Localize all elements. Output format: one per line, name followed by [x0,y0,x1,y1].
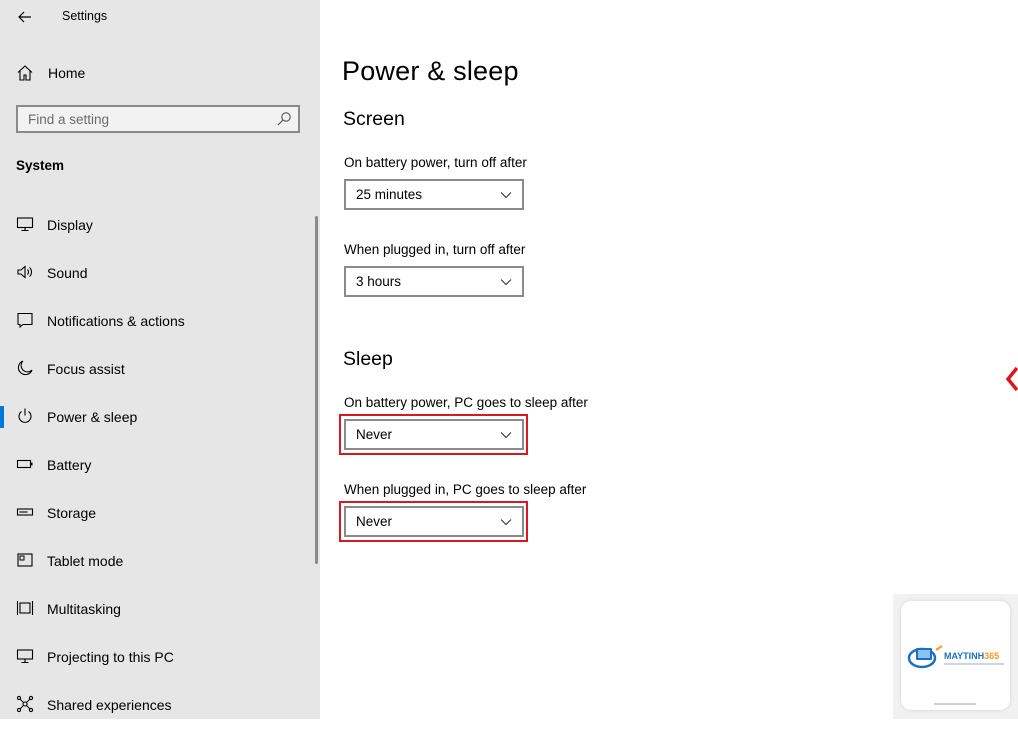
sidebar-item-label: Notifications & actions [47,313,185,329]
app-title: Settings [62,9,108,23]
sleep-plugged-label: When plugged in, PC goes to sleep after [344,482,587,497]
search-box[interactable] [16,105,300,133]
home-icon [17,65,33,81]
sidebar-nav: Display Sound Notifications & actions Fo… [0,201,320,729]
watermark-brand: MAYTINH365 [944,651,999,661]
sidebar-item-label: Shared experiences [47,697,172,713]
sidebar-item-shared-experiences[interactable]: Shared experiences [0,681,314,729]
sidebar-item-storage[interactable]: Storage [0,489,314,537]
sidebar-item-label: Power & sleep [47,409,138,425]
moon-icon [17,360,33,376]
back-arrow-icon [18,11,31,23]
sidebar-item-label: Multitasking [47,601,121,617]
sidebar: Settings Home System Display Sound [0,0,320,719]
arrow-left-annotation-icon [1005,366,1018,392]
monitor-icon [16,217,34,232]
chevron-down-icon [500,279,512,286]
sidebar-item-sound[interactable]: Sound [0,249,314,297]
chevron-down-icon [500,432,512,439]
sleep-heading: Sleep [343,348,393,370]
chevron-down-icon [500,519,512,526]
sidebar-item-label: Projecting to this PC [47,649,174,665]
sidebar-item-battery[interactable]: Battery [0,441,314,489]
home-label: Home [48,65,86,81]
dropdown-value: Never [356,427,393,442]
sidebar-scrollbar[interactable] [315,216,318,564]
screen-battery-dropdown[interactable]: 25 minutes [344,179,524,210]
power-icon [18,408,32,423]
speaker-icon [17,265,32,279]
sidebar-item-label: Battery [47,457,92,473]
sleep-battery-dropdown[interactable]: Never [344,419,524,450]
dropdown-value: 3 hours [356,274,402,289]
notification-icon [17,312,33,329]
sidebar-item-multitasking[interactable]: Multitasking [0,585,314,633]
projecting-icon [16,649,34,664]
battery-icon [16,459,33,469]
screen-plugged-dropdown[interactable]: 3 hours [344,266,524,297]
watermark-brand-accent: 365 [984,651,1000,661]
screen-heading: Screen [343,108,405,130]
sidebar-item-label: Focus assist [47,361,125,377]
watermark-tagline [944,663,1004,665]
sidebar-item-tablet-mode[interactable]: Tablet mode [0,537,314,585]
storage-icon [16,508,34,516]
tablet-icon [17,553,33,567]
search-icon[interactable] [276,111,292,127]
watermark-brand-main: MAYTINH [944,651,985,661]
sidebar-item-notifications[interactable]: Notifications & actions [0,297,314,345]
search-input[interactable] [18,107,268,131]
sidebar-item-power-sleep[interactable]: Power & sleep [0,393,314,441]
back-button[interactable] [14,6,36,28]
dropdown-value: 25 minutes [356,187,423,202]
screen-battery-label: On battery power, turn off after [344,155,527,170]
home-nav-item[interactable]: Home [0,56,320,90]
sidebar-item-label: Display [47,217,93,233]
title-bar: Settings [0,0,320,34]
sidebar-item-projecting[interactable]: Projecting to this PC [0,633,314,681]
brand-logo-icon [907,645,943,669]
watermark-url [934,703,976,705]
screen-plugged-label: When plugged in, turn off after [344,242,526,257]
sidebar-item-focus-assist[interactable]: Focus assist [0,345,314,393]
sidebar-item-label: Storage [47,505,97,521]
dropdown-value: Never [356,514,393,529]
section-label-system: System [16,158,65,173]
sleep-plugged-dropdown[interactable]: Never [344,506,524,537]
multitasking-icon [16,601,34,615]
chevron-down-icon [500,192,512,199]
sidebar-item-label: Tablet mode [47,553,124,569]
sidebar-item-display[interactable]: Display [0,201,314,249]
page-title: Power & sleep [342,56,519,86]
sidebar-item-label: Sound [47,265,88,281]
shared-icon [16,695,34,713]
sleep-battery-label: On battery power, PC goes to sleep after [344,395,588,410]
